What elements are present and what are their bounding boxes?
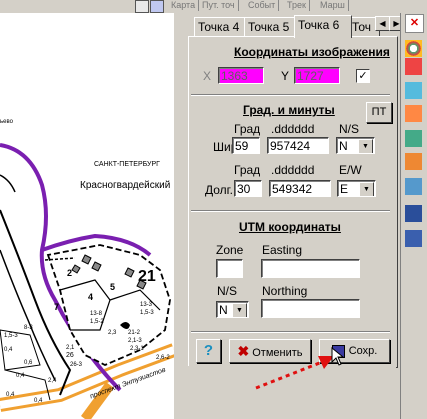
plot-label: 2 [67,268,73,278]
map-label-district: Красногвардейский [80,180,171,191]
lat-hemi-select[interactable]: N ▼ [336,137,375,154]
plot-label: 1,5-3 [4,333,18,339]
plot-label: 26 [66,352,74,359]
plot-label: 2,6-2 [156,355,170,361]
lat-deg-header: Град [234,122,261,136]
save-disk-icon[interactable] [150,0,164,13]
toolbar-item-events[interactable]: Событ [245,0,280,11]
plot-label: 21-2 [128,330,141,336]
firefox-icon[interactable] [405,105,422,122]
toolbar-item-waypoints[interactable]: Пут. точ [199,0,239,11]
lat-hemi-value: N [339,139,348,153]
app-icon-6[interactable] [405,153,422,170]
plot-label: 0,6 [24,360,33,366]
lon-hemi-select[interactable]: E ▼ [337,180,376,197]
plot-label: 4 [88,292,94,302]
app-icon-9[interactable] [405,230,422,247]
divider [191,94,390,96]
lat-deg-field[interactable]: 59 [232,137,260,154]
y-field[interactable]: 1727 [294,67,340,84]
app-icon-2[interactable] [405,58,422,75]
map-label-city: САНКТ-ПЕТЕРБУРГ [94,161,160,168]
plot-label: 13-3 [140,302,153,308]
lon-hemi-value: E [340,182,349,196]
plot-label: 2,1-3 [128,338,142,344]
map-label-21: 21 [138,268,156,285]
degmin-title: Град. и минуты [243,103,335,117]
plot-label: 5 [110,282,116,292]
lat-min-field[interactable]: 957424 [267,137,329,154]
cancel-x-icon: ✖ [237,343,250,359]
x-field[interactable]: 1363 [218,67,264,84]
toolbar-item-route[interactable]: Марш [317,0,349,11]
chevron-down-icon[interactable]: ▼ [358,139,373,153]
lon-min-header: .dddddd [271,163,315,177]
image-coords-title: Координаты изображения [234,45,390,59]
utm-ns-select[interactable]: N ▼ [216,301,249,318]
close-icon[interactable]: ✕ [405,14,424,33]
lon-min-field[interactable]: 549342 [269,180,331,197]
plot-label: 8-3 [24,325,33,331]
point-panel [188,36,398,368]
map-drawing [0,143,174,419]
tab-point-6[interactable]: Точка 6 [294,15,352,38]
mouse-cursor-icon [331,347,345,366]
plot-label: 0,4 [34,398,43,404]
plot-label: 2,4 [48,378,57,384]
app-icon-3[interactable] [405,82,422,99]
top-toolbar: Карта Пут. точ Событ Трек Марш [0,0,427,13]
plot-label: 2,1 [66,345,75,351]
app-icon-5[interactable] [405,130,422,147]
plot-label: 0,4 [6,392,15,398]
utm-ns-value: N [219,303,228,317]
plot-label: 0,4 [16,373,25,379]
northing-label: Northing [262,284,308,298]
tab-scroll-left-icon[interactable]: ◀ [375,16,390,31]
plot-label: 0,4 [4,347,13,353]
pt-button[interactable]: ПТ [366,102,392,123]
y-label: Y [281,69,290,83]
app-icon-1[interactable] [405,40,422,57]
help-button[interactable]: ? [196,339,221,363]
divider [191,331,390,333]
chevron-down-icon[interactable]: ▼ [232,303,247,317]
save-label: Сохр. [348,345,378,357]
chevron-down-icon[interactable]: ▼ [359,182,374,196]
lon-deg-header: Град [234,163,261,177]
plot-label: 26-3 [70,362,83,368]
tab-point-4[interactable]: Точка 4 [194,17,246,37]
app-icon-7[interactable] [405,178,422,195]
map-view[interactable]: ьево САНКТ-ПЕТЕРБУРГ Красногвардейский 2… [0,0,174,419]
divider [191,210,390,212]
utm-title: UTM координаты [239,220,341,234]
plot-label: 2,3-1 [130,346,144,352]
plot-label: 1,5-3 [140,310,154,316]
app-icon-8[interactable] [405,205,422,222]
utm-ns-label: N/S [217,284,238,298]
plot-label: 1,5-2 [90,319,104,325]
tab-point-5[interactable]: Точка 5 [244,17,296,37]
plot-label: 7 [54,302,60,312]
use-image-coords-checkbox[interactable]: ✓ [356,69,370,83]
lon-deg-field[interactable]: 30 [234,180,262,197]
toolbar-item-map[interactable]: Карта [168,0,200,11]
help-icon: ? [203,342,214,359]
toolbar-item-track[interactable]: Трек [284,0,310,11]
plot-label: 13-8 [90,311,103,317]
map-image-icon[interactable] [135,0,149,13]
plot-label: 2,3 [108,330,117,336]
zone-label: Zone [216,243,244,257]
x-label: X [203,69,212,83]
zone-field[interactable] [216,259,243,278]
easting-field[interactable] [261,259,360,278]
easting-label: Easting [262,243,303,257]
lat-hemi-header: N/S [339,122,360,136]
lon-label: Долг. [205,183,233,197]
red-arrow-annotation [255,356,334,390]
northing-field[interactable] [261,299,360,318]
map-label-fragment: ьево [0,119,13,125]
lon-hemi-header: E/W [339,163,362,177]
lat-min-header: .dddddd [271,122,315,136]
